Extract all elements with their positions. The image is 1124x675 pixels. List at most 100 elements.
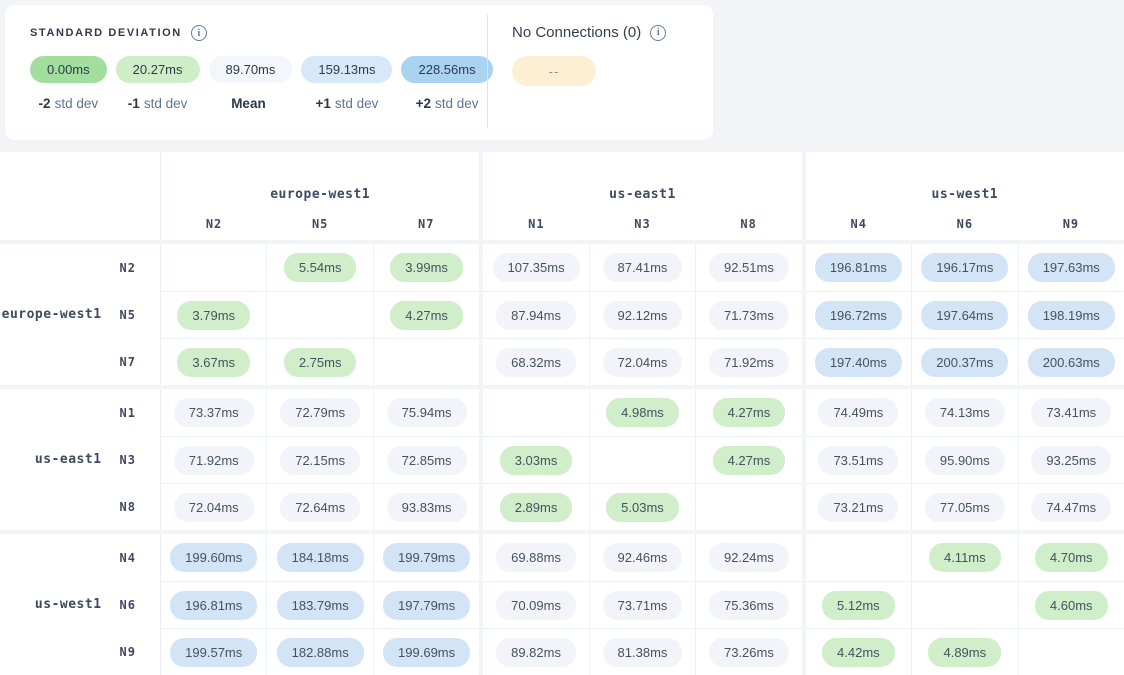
col-node-row: N4N6N9 xyxy=(806,217,1124,231)
row-label: us-west1N6 xyxy=(0,581,160,628)
matrix-cell: 81.38ms xyxy=(589,629,695,675)
matrix-cell: 71.92ms xyxy=(161,437,266,483)
matrix-cell: 92.12ms xyxy=(589,292,695,338)
latency-pill: 183.79ms xyxy=(277,591,364,620)
latency-pill: 92.24ms xyxy=(709,543,789,572)
latency-pill: 72.85ms xyxy=(387,446,467,475)
latency-pill: 75.36ms xyxy=(709,591,789,620)
legend-label-rest: std dev xyxy=(335,96,379,111)
latency-pill: 196.17ms xyxy=(921,253,1008,282)
legend-pill: 0.00ms xyxy=(30,56,107,83)
matrix-cell: 93.83ms xyxy=(373,484,479,530)
matrix-cell-group: 107.35ms87.41ms92.51ms87.94ms92.12ms71.7… xyxy=(483,244,801,385)
matrix-cell: 197.79ms xyxy=(373,582,479,628)
row-node-label: N1 xyxy=(120,406,136,420)
latency-pill: 81.38ms xyxy=(603,638,683,667)
col-node-label: N5 xyxy=(267,217,373,231)
matrix-cell: 75.36ms xyxy=(695,582,801,628)
matrix-cell: 75.94ms xyxy=(373,389,479,436)
info-icon[interactable]: i xyxy=(650,25,666,41)
matrix-cell-group: 74.49ms74.13ms73.41ms73.51ms95.90ms93.25… xyxy=(806,389,1124,530)
latency-pill: 75.94ms xyxy=(387,398,467,427)
row-node-label: N9 xyxy=(120,645,136,659)
legend-item: 159.13ms +1std dev xyxy=(301,56,392,111)
matrix-cell: 74.49ms xyxy=(806,389,911,436)
latency-pill: 200.63ms xyxy=(1028,348,1115,377)
latency-pill: 72.15ms xyxy=(280,446,360,475)
latency-pill: 197.79ms xyxy=(383,591,470,620)
row-node-label: N8 xyxy=(120,500,136,514)
matrix-cell-group: 4.11ms4.70ms5.12ms4.60ms4.42ms4.89ms xyxy=(806,534,1124,675)
latency-pill: 92.12ms xyxy=(603,301,683,330)
matrix-row: 3.03ms 4.27ms xyxy=(483,436,801,483)
latency-pill: 4.27ms xyxy=(713,446,786,475)
matrix-cell: 72.15ms xyxy=(266,437,372,483)
col-node-label: N4 xyxy=(806,217,912,231)
row-label: N2 xyxy=(0,244,160,291)
matrix-row: 5.54ms3.99ms xyxy=(161,244,479,291)
legend-pill: 228.56ms xyxy=(401,56,492,83)
legend-pill: 159.13ms xyxy=(301,56,392,83)
latency-pill: 70.09ms xyxy=(496,591,576,620)
matrix-row: 199.60ms184.18ms199.79ms xyxy=(161,534,479,581)
matrix-cell-group: 5.54ms3.99ms3.79ms4.27ms3.67ms2.75ms xyxy=(161,244,479,385)
latency-pill: 87.41ms xyxy=(603,253,683,282)
matrix-cell: 93.25ms xyxy=(1018,437,1124,483)
row-region-label: europe-west1 xyxy=(2,307,102,322)
matrix-cell: 95.90ms xyxy=(911,437,1017,483)
matrix-cell xyxy=(911,582,1017,628)
row-region-label: us-east1 xyxy=(35,452,102,467)
latency-pill: 4.70ms xyxy=(1035,543,1108,572)
latency-pill: 73.37ms xyxy=(174,398,254,427)
legend-label-bold: -1 xyxy=(128,96,140,111)
latency-pill: 74.47ms xyxy=(1031,493,1111,522)
latency-pill: 5.12ms xyxy=(822,591,895,620)
matrix-cell: 4.70ms xyxy=(1018,534,1124,581)
matrix-cell: 184.18ms xyxy=(266,534,372,581)
row-label-panel: N1 us-east1 N3 N8 xyxy=(0,389,161,530)
row-node-label: N5 xyxy=(120,308,136,322)
legend-label-rest: std dev xyxy=(144,96,188,111)
matrix-cell: 197.63ms xyxy=(1018,244,1124,291)
latency-pill: 72.64ms xyxy=(280,493,360,522)
matrix-row: 107.35ms87.41ms92.51ms xyxy=(483,244,801,291)
matrix-row: 5.12ms4.60ms xyxy=(806,581,1124,628)
legend-label-bold: +2 xyxy=(416,96,431,111)
no-connections-legend: No Connections (0) i -- xyxy=(488,5,666,140)
matrix-cell: 5.12ms xyxy=(806,582,911,628)
matrix-cell xyxy=(266,292,372,338)
row-label: N8 xyxy=(0,483,160,530)
matrix-cell: 89.82ms xyxy=(483,629,588,675)
row-label: N9 xyxy=(0,628,160,675)
info-icon[interactable]: i xyxy=(191,25,207,41)
matrix-cell: 70.09ms xyxy=(483,582,588,628)
row-node-label: N7 xyxy=(120,355,136,369)
latency-pill: 93.83ms xyxy=(387,493,467,522)
latency-pill: 4.27ms xyxy=(713,398,786,427)
matrix-cell: 92.24ms xyxy=(695,534,801,581)
matrix-row: 4.42ms4.89ms xyxy=(806,628,1124,675)
legend-card: STANDARD DEVIATION i 0.00ms-2std dev20.2… xyxy=(5,5,713,140)
row-node-label: N6 xyxy=(120,598,136,612)
matrix-cell-group: 4.98ms4.27ms3.03ms4.27ms2.89ms5.03ms xyxy=(483,389,801,530)
matrix-cell: 73.41ms xyxy=(1018,389,1124,436)
latency-pill: 72.04ms xyxy=(174,493,254,522)
latency-pill: 198.19ms xyxy=(1028,301,1115,330)
matrix-cell xyxy=(806,534,911,581)
latency-pill: 92.46ms xyxy=(603,543,683,572)
row-node-label: N3 xyxy=(120,453,136,467)
matrix-row: 4.11ms4.70ms xyxy=(806,534,1124,581)
latency-pill: 74.13ms xyxy=(925,398,1005,427)
matrix-cell: 3.79ms xyxy=(161,292,266,338)
matrix-row: 71.92ms 72.15ms 72.85ms xyxy=(161,436,479,483)
legend-label: +1std dev xyxy=(315,96,378,111)
matrix-row-group: N1us-east1N3N873.37ms72.79ms75.94ms71.92… xyxy=(0,389,1124,530)
matrix-cell: 196.81ms xyxy=(161,582,266,628)
matrix-cell: 198.19ms xyxy=(1018,292,1124,338)
latency-pill: 71.92ms xyxy=(709,348,789,377)
latency-pill: 200.37ms xyxy=(921,348,1008,377)
matrix-cell: 73.21ms xyxy=(806,484,911,530)
matrix-cell: 4.27ms xyxy=(695,437,801,483)
matrix-cell: 3.03ms xyxy=(483,437,588,483)
latency-pill: 4.42ms xyxy=(822,638,895,667)
